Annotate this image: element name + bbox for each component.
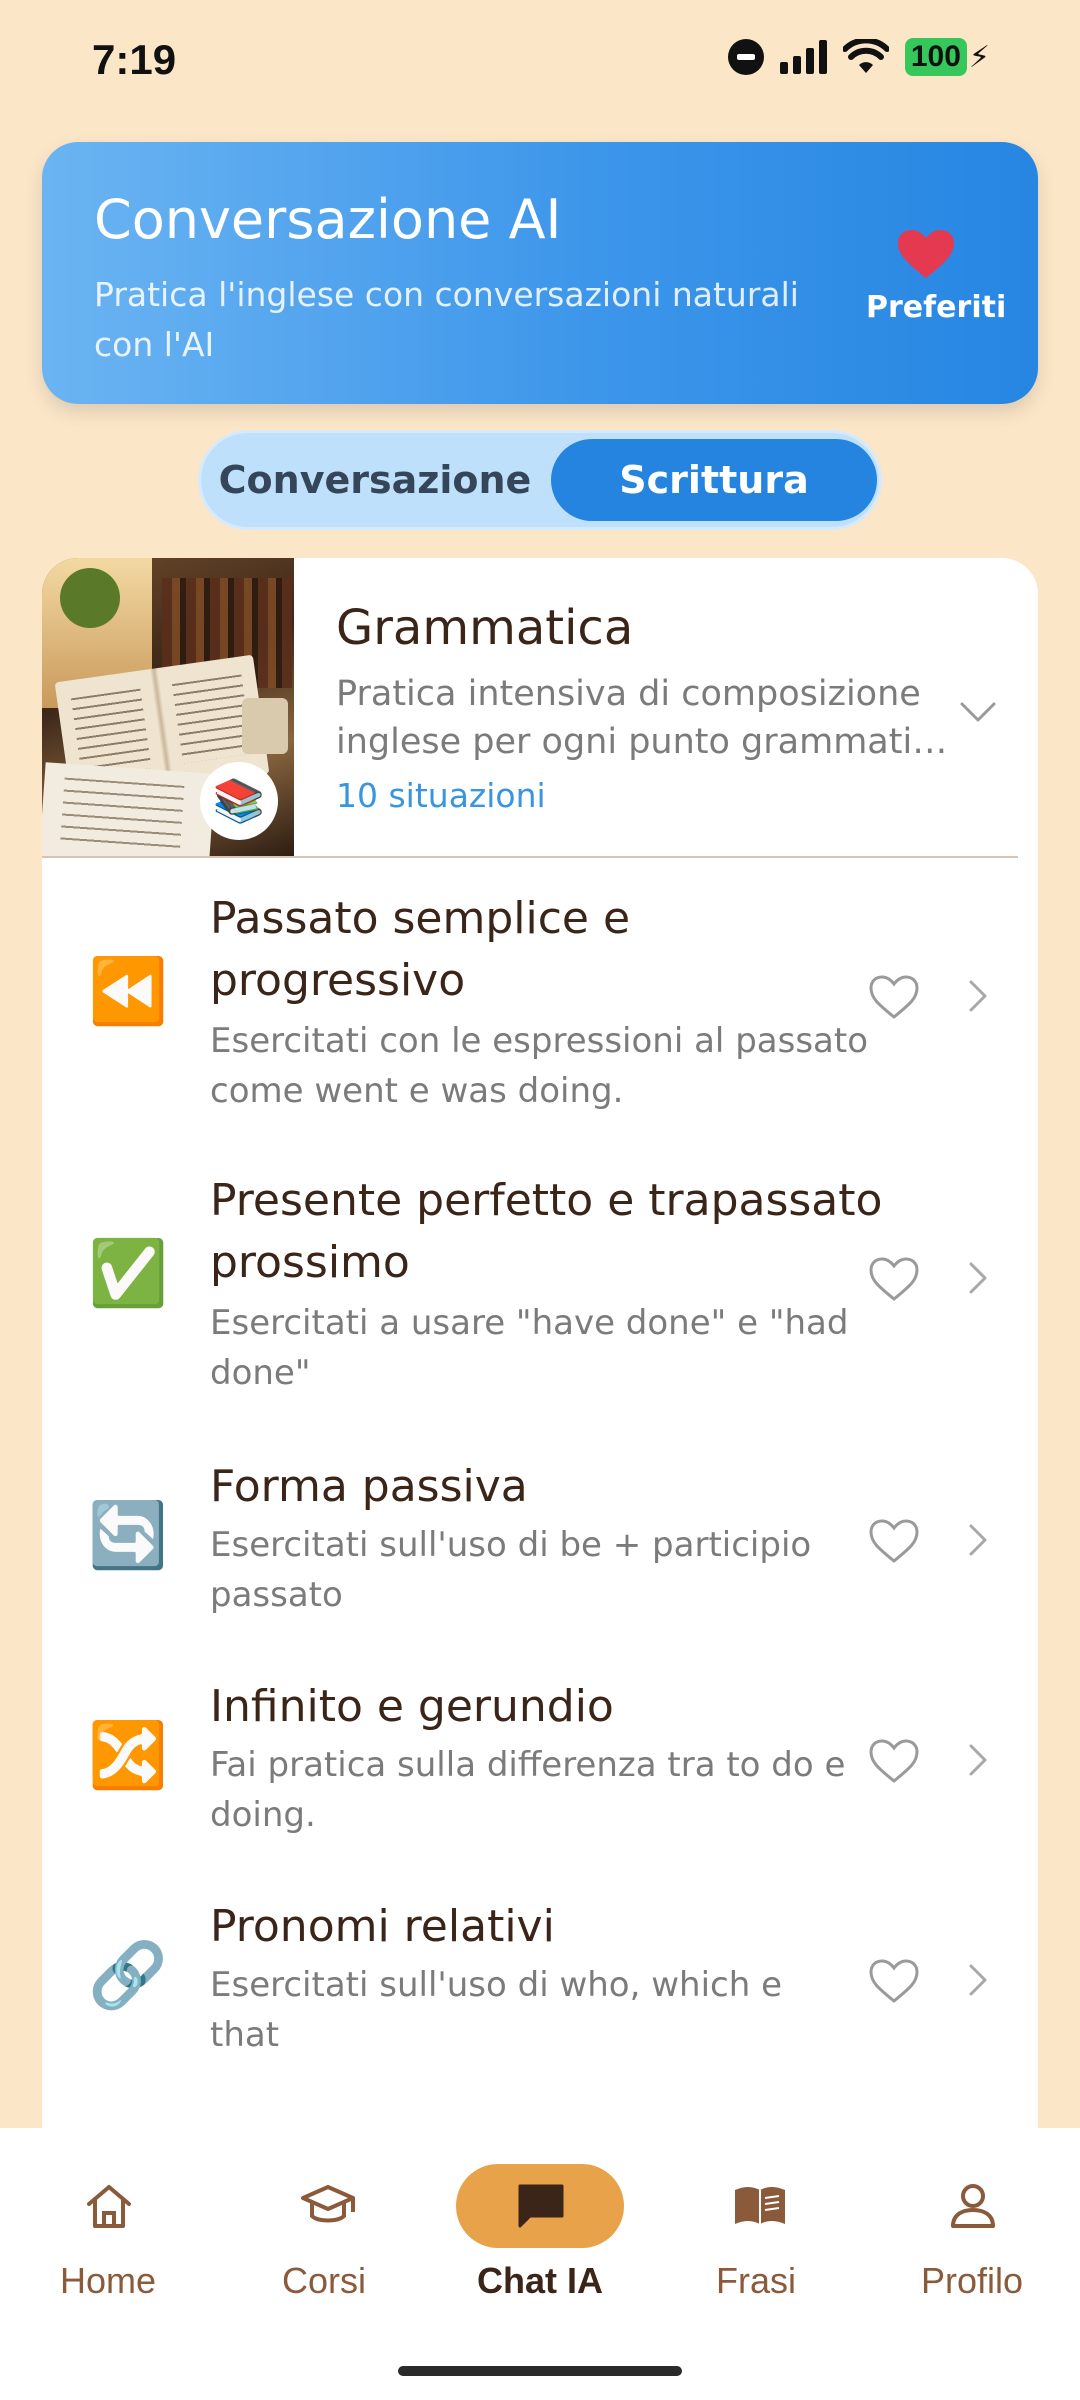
list-item[interactable]: 🔄 Forma passiva Esercitati sull'uso di b… [42, 1456, 1038, 1656]
list-item[interactable]: ✅ Presente perfetto e trapassato prossim… [42, 1170, 1038, 1440]
item-description: Esercitati sull'uso di be + participio p… [210, 1525, 812, 1615]
item-title: Passato semplice e progressivo [210, 893, 631, 1006]
heart-outline-icon[interactable] [868, 974, 920, 1020]
item-description: Fai pratica sulla differenza tra to do e… [210, 1745, 846, 1835]
cycle-arrows-icon: 🔄 [88, 1499, 168, 1573]
chevron-right-icon [969, 980, 987, 1012]
home-icon [58, 2164, 158, 2248]
tab-conversazione[interactable]: Conversazione [215, 439, 535, 521]
nav-label: Profilo [920, 2260, 1024, 2301]
chat-bubble-icon [456, 2164, 624, 2248]
nav-label: Home [59, 2260, 157, 2301]
chevron-right-icon [969, 1964, 987, 1996]
tab-scrittura[interactable]: Scrittura [551, 439, 877, 521]
nav-profilo[interactable]: Profilo [872, 2164, 1072, 2302]
list-item[interactable]: ⏪ Passato semplice e progressivo Esercit… [42, 888, 1038, 1158]
chevron-right-icon [969, 1524, 987, 1556]
favorites-label: Preferiti [866, 290, 1007, 325]
heart-outline-icon[interactable] [868, 1738, 920, 1784]
rewind-icon: ⏪ [88, 955, 168, 1029]
open-book-icon [706, 2164, 806, 2248]
battery-level: 100 [904, 38, 967, 76]
list-item[interactable]: 🔀 Infinito e gerundio Fai pratica sulla … [42, 1676, 1038, 1876]
favorites-button[interactable]: Preferiti [866, 228, 1006, 325]
heart-outline-icon[interactable] [868, 1958, 920, 2004]
status-time: 7:19 [92, 36, 177, 83]
chevron-right-icon [969, 1744, 987, 1776]
status-bar: 7:19 100 ⚡ [0, 0, 1080, 120]
category-card: 📚 Grammatica Pratica intensiva di compos… [42, 558, 1038, 2158]
nav-home[interactable]: Home [8, 2164, 208, 2302]
nav-frasi[interactable]: Frasi [656, 2164, 856, 2302]
item-description: Esercitati a usare "have done" e "had do… [210, 1303, 849, 1393]
item-title: Presente perfetto e trapassato prossimo [210, 1175, 883, 1288]
item-title: Pronomi relativi [210, 1901, 555, 1952]
heart-outline-icon[interactable] [868, 1256, 920, 1302]
bottom-nav: Home Corsi Chat IA Frasi Profilo [0, 2128, 1080, 2400]
nav-chat-ia[interactable]: Chat IA [440, 2164, 640, 2302]
nav-label: Corsi [281, 2260, 366, 2301]
battery-indicator: 100 ⚡ [904, 38, 990, 76]
nav-corsi[interactable]: Corsi [224, 2164, 424, 2302]
item-title: Forma passiva [210, 1461, 528, 1512]
item-description: Esercitati sull'uso di who, which e that [210, 1965, 782, 2055]
item-title: Infinito e gerundio [210, 1681, 614, 1732]
page-title: Conversazione AI [94, 188, 562, 251]
wifi-icon [842, 39, 889, 73]
home-indicator [398, 2366, 682, 2376]
list-item[interactable]: 🔗 Pronomi relativi Esercitati sull'uso d… [42, 1896, 1038, 2096]
chevron-right-icon [969, 1262, 987, 1294]
heart-filled-icon [898, 230, 954, 278]
do-not-disturb-icon [727, 39, 764, 75]
category-count: 10 situazioni [336, 776, 546, 815]
person-icon [922, 2164, 1022, 2248]
divider [42, 856, 1018, 858]
status-icons: 100 ⚡ [727, 38, 990, 76]
page-subtitle: Pratica l'inglese con conversazioni natu… [94, 275, 799, 364]
chevron-down-icon [960, 702, 996, 722]
category-title: Grammatica [336, 600, 634, 656]
graduation-cap-icon [274, 2164, 374, 2248]
item-description: Esercitati con le espressioni al passato… [210, 1021, 869, 1111]
nav-label: Frasi [716, 2260, 796, 2301]
shuffle-icon: 🔀 [88, 1719, 168, 1793]
charging-bolt-icon: ⚡ [968, 39, 990, 75]
header-card: Conversazione AI Pratica l'inglese con c… [42, 142, 1038, 404]
nav-label: Chat IA [477, 2260, 603, 2301]
heart-outline-icon[interactable] [868, 1518, 920, 1564]
books-icon: 📚 [200, 762, 278, 840]
check-icon: ✅ [88, 1237, 168, 1311]
link-icon: 🔗 [88, 1939, 168, 2013]
mode-toggle: Conversazione Scrittura [198, 430, 882, 530]
category-description: Pratica intensiva di composizione ingles… [336, 674, 956, 762]
category-image: 📚 [42, 558, 294, 856]
signal-icon [779, 40, 827, 74]
